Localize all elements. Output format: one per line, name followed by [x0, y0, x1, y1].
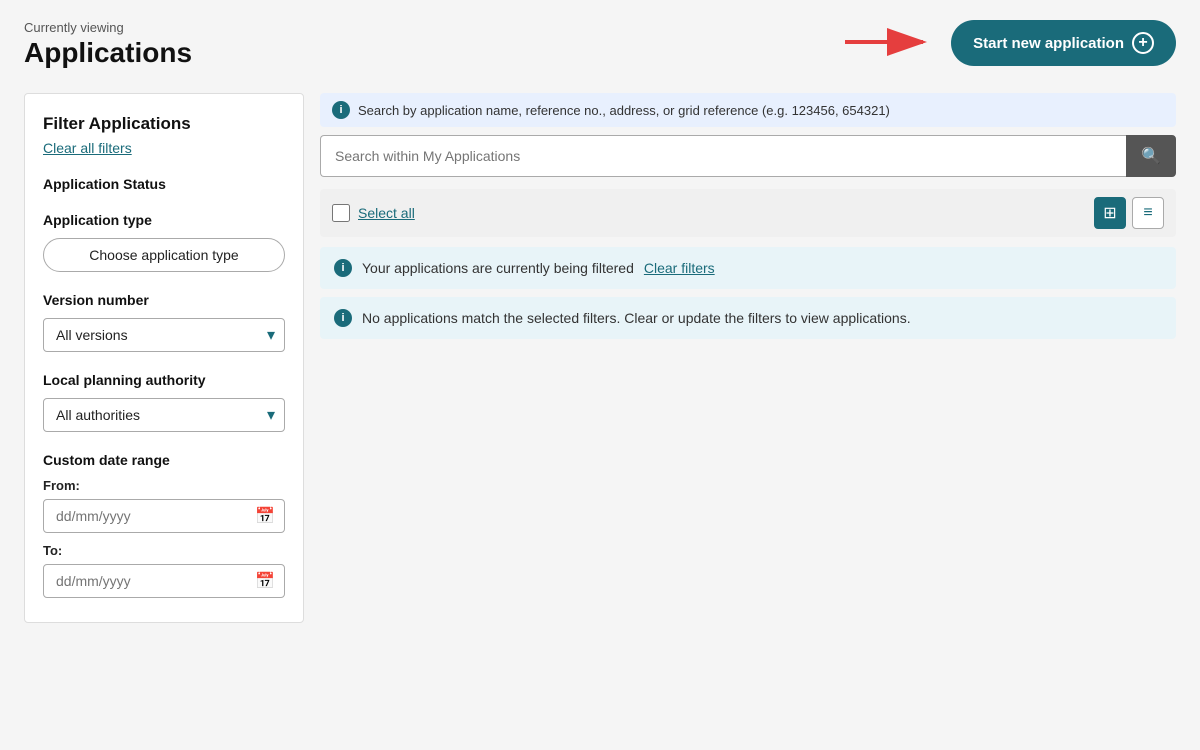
date-range-title: Custom date range [43, 452, 285, 468]
info-icon: i [334, 309, 352, 327]
application-type-section: Application type Choose application type [43, 212, 285, 272]
lpa-title: Local planning authority [43, 372, 285, 388]
version-dropdown-wrapper: All versions Version 1 Version 2 Version… [43, 318, 285, 352]
plus-icon: + [1132, 32, 1154, 54]
choose-application-type-button[interactable]: Choose application type [43, 238, 285, 272]
header-right: Start new application + [845, 20, 1176, 66]
to-label: To: [43, 543, 285, 558]
search-icon: 🔍 [1141, 148, 1161, 165]
no-results-banner: i No applications match the selected fil… [320, 297, 1176, 339]
to-date-wrapper: 📅 [43, 564, 285, 598]
start-new-application-button[interactable]: Start new application + [951, 20, 1176, 66]
search-hint-text: Search by application name, reference no… [358, 103, 890, 118]
main-layout: Filter Applications Clear all filters Ap… [24, 93, 1176, 623]
list-view-button[interactable]: ≡ [1132, 197, 1164, 229]
app-status-title: Application Status [43, 176, 285, 192]
filter-active-banner: i Your applications are currently being … [320, 247, 1176, 289]
clear-all-filters-button[interactable]: Clear all filters [43, 140, 132, 156]
arrow-decoration [845, 22, 935, 65]
no-results-msg: No applications match the selected filte… [362, 310, 911, 326]
select-all-label[interactable]: Select all [358, 205, 415, 221]
toolbar: Select all ⊞ ≡ [320, 189, 1176, 237]
select-all-checkbox[interactable] [332, 204, 350, 222]
list-icon: ≡ [1143, 204, 1152, 222]
custom-date-range-section: Custom date range From: 📅 To: 📅 [43, 452, 285, 598]
from-date-input[interactable] [43, 499, 285, 533]
version-number-section: Version number All versions Version 1 Ve… [43, 292, 285, 352]
version-number-title: Version number [43, 292, 285, 308]
view-toggle: ⊞ ≡ [1094, 197, 1164, 229]
start-btn-label: Start new application [973, 35, 1124, 52]
app-type-title: Application type [43, 212, 285, 228]
lpa-dropdown-wrapper: All authorities Authority 1 Authority 2 … [43, 398, 285, 432]
info-icon: i [334, 259, 352, 277]
application-status-section: Application Status [43, 176, 285, 192]
from-date-wrapper: 📅 [43, 499, 285, 533]
search-button[interactable]: 🔍 [1126, 135, 1176, 177]
search-bar: 🔍 [320, 135, 1176, 177]
grid-icon: ⊞ [1103, 203, 1116, 223]
header-left: Currently viewing Applications [24, 20, 192, 69]
lpa-section: Local planning authority All authorities… [43, 372, 285, 432]
page-header: Currently viewing Applications Start new… [24, 20, 1176, 69]
lpa-select[interactable]: All authorities Authority 1 Authority 2 [43, 398, 285, 432]
clear-filters-inline-button[interactable]: Clear filters [644, 260, 715, 276]
filter-title: Filter Applications [43, 114, 285, 134]
red-arrow-icon [845, 22, 935, 62]
info-icon: i [332, 101, 350, 119]
currently-viewing-label: Currently viewing [24, 20, 192, 35]
filter-sidebar: Filter Applications Clear all filters Ap… [24, 93, 304, 623]
to-date-input[interactable] [43, 564, 285, 598]
grid-view-button[interactable]: ⊞ [1094, 197, 1126, 229]
version-select[interactable]: All versions Version 1 Version 2 Version… [43, 318, 285, 352]
page-title: Applications [24, 37, 192, 69]
select-all-wrapper: Select all [332, 204, 415, 222]
filter-active-msg: Your applications are currently being fi… [362, 260, 634, 276]
from-label: From: [43, 478, 285, 493]
search-input[interactable] [320, 135, 1126, 177]
search-hint-banner: i Search by application name, reference … [320, 93, 1176, 127]
content-area: i Search by application name, reference … [320, 93, 1176, 347]
